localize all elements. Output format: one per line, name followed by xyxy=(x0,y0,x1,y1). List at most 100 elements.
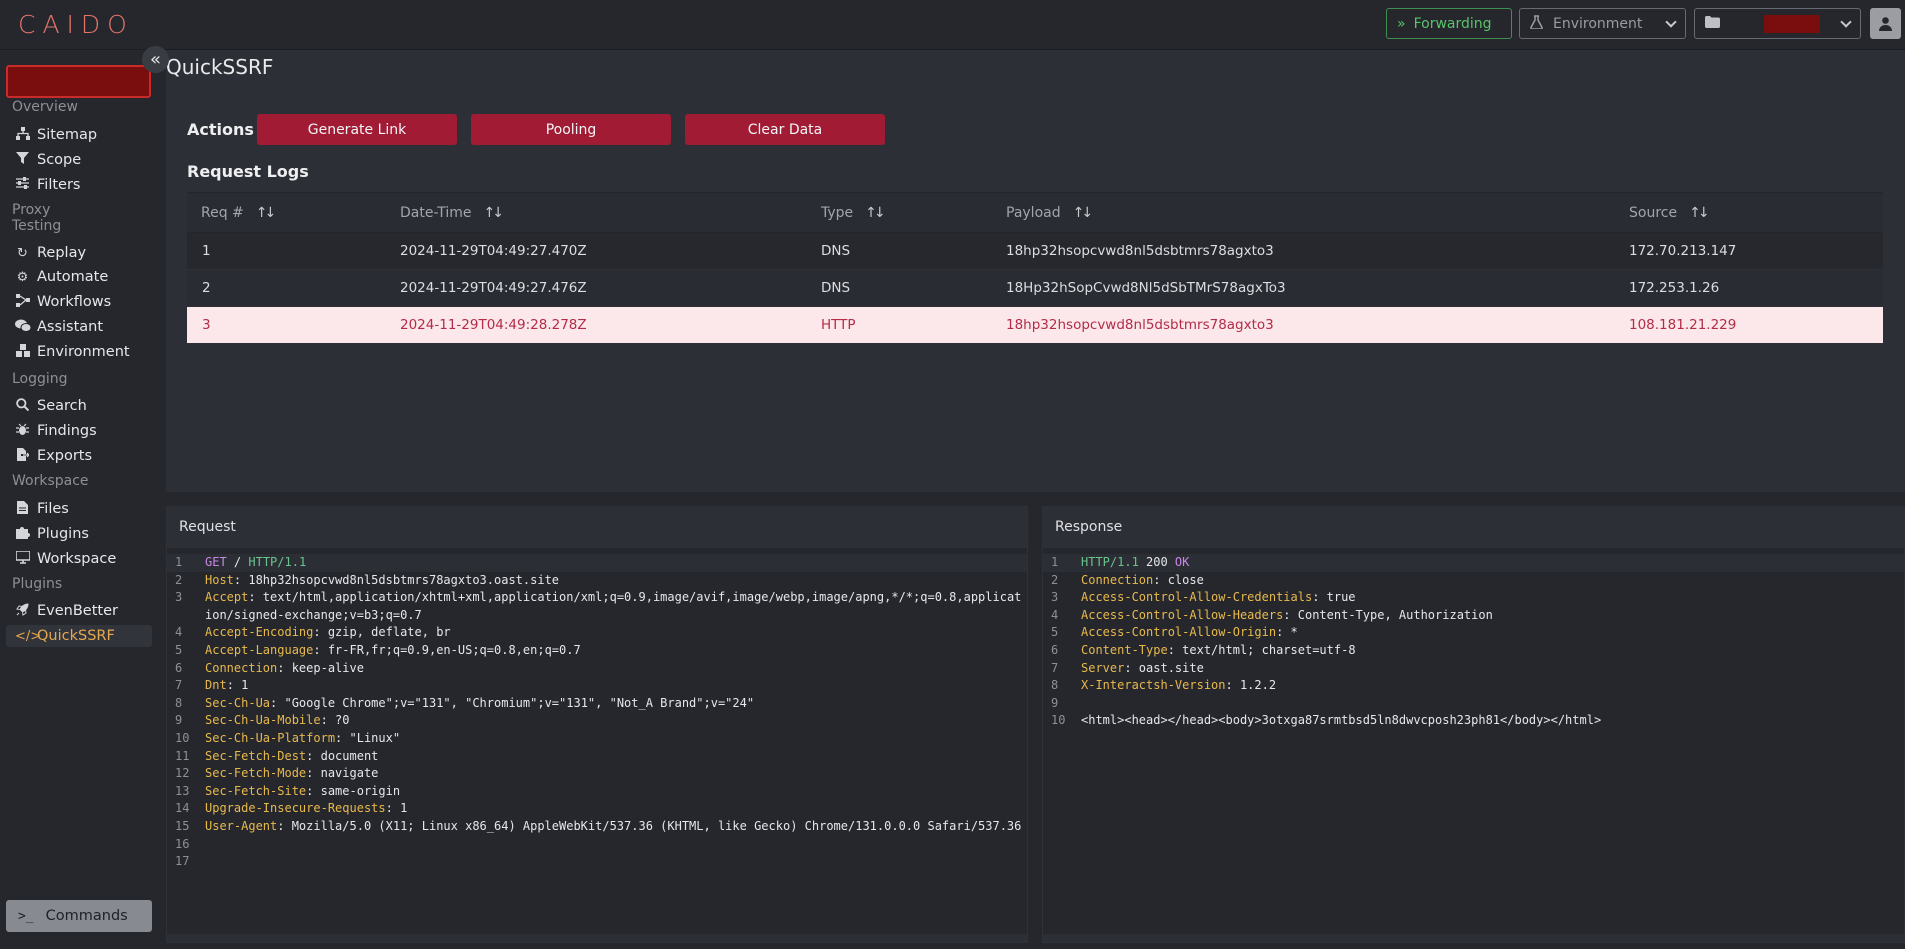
sidebar-item-scope[interactable]: Scope xyxy=(6,149,152,171)
project-select[interactable] xyxy=(1694,8,1861,39)
line-number: 5 xyxy=(1051,625,1059,640)
header-value: : document xyxy=(306,748,379,763)
section-proxy: Proxy xyxy=(12,202,51,218)
request-logs-table: Req # ↑↓ Date-Time ↑↓ Type ↑↓ Payload ↑↓ Sou… xyxy=(187,192,1883,344)
code-line: 13 Sec-Fetch-Site: same-origin xyxy=(167,783,1027,801)
table-header: Req # ↑↓ Date-Time ↑↓ Type ↑↓ Payload ↑↓ Sou… xyxy=(187,192,1883,233)
code-line: 5 Accept-Language: fr-FR,fr;q=0.9,en-US;q… xyxy=(167,642,1027,660)
header-value: : Content-Type, Authorization xyxy=(1283,607,1493,622)
sidebar-item-label: Files xyxy=(37,501,69,517)
header-value: : ?0 xyxy=(320,713,350,728)
sidebar-item-label: Sitemap xyxy=(37,127,98,143)
code-line: 15 User-Agent: Mozilla/5.0 (X11; Linux x8… xyxy=(167,818,1027,836)
sort-icon: ↑↓ xyxy=(865,205,886,221)
sidebar-item-findings[interactable]: Findings xyxy=(6,420,152,442)
request-scrollbar[interactable] xyxy=(167,934,1027,942)
workflow-icon xyxy=(15,293,30,311)
sidebar-item-label: Workspace xyxy=(37,551,117,567)
header-name: Connection xyxy=(1081,572,1154,587)
collapse-sidebar-button[interactable]: « xyxy=(142,46,169,73)
line-number: 16 xyxy=(175,836,190,851)
header-name: Accept-Language xyxy=(205,642,314,657)
header-name: Access-Control-Allow-Origin xyxy=(1081,625,1277,640)
column-header-datetime[interactable]: Date-Time ↑↓ xyxy=(400,205,505,221)
code-line: 2 Connection: close xyxy=(1043,572,1904,590)
code-line: 7 Dnt: 1 xyxy=(167,677,1027,695)
sidebar-item-label: Automate xyxy=(37,269,109,285)
column-header-req[interactable]: Req # ↑↓ xyxy=(201,205,277,221)
double-chevron-left-icon: « xyxy=(149,49,161,70)
file-export-icon xyxy=(15,447,30,465)
section-overview: Overview xyxy=(12,99,78,115)
table-row[interactable]: 2 2024-11-29T04:49:27.476Z DNS 18Hp32hSo… xyxy=(187,270,1883,307)
line-number: 5 xyxy=(175,642,183,657)
sidebar-item-filters[interactable]: Filters xyxy=(6,174,152,196)
header-value: : same-origin xyxy=(306,783,401,798)
code-line: 9 xyxy=(1043,695,1904,713)
sidebar-item-assistant[interactable]: Assistant xyxy=(6,316,152,338)
sidebar-item-exports[interactable]: Exports xyxy=(6,445,152,467)
user-avatar-button[interactable] xyxy=(1870,8,1901,39)
request-logs-heading: Request Logs xyxy=(187,162,309,181)
response-pane-title: Response xyxy=(1043,507,1904,548)
request-editor[interactable]: 1 GET / HTTP/1.1 2 Host: 18hp32hsopcvwd8nl5… xyxy=(167,554,1027,871)
generate-link-button[interactable]: Generate Link xyxy=(257,114,457,145)
header-name: Accept xyxy=(205,590,249,605)
sort-icon: ↑↓ xyxy=(1689,205,1710,221)
clear-data-button[interactable]: Clear Data xyxy=(685,114,885,145)
pooling-button[interactable]: Pooling xyxy=(471,114,671,145)
header-name: Sec-Fetch-Mode xyxy=(205,766,307,781)
sidebar-item-evenbetter[interactable]: EvenBetter xyxy=(6,600,152,622)
code-line: 10 Sec-Ch-Ua-Platform: "Linux" xyxy=(167,730,1027,748)
header-value: : text/html; charset=utf-8 xyxy=(1167,642,1356,657)
environment-label: Environment xyxy=(1553,15,1643,32)
environment-select[interactable]: Environment xyxy=(1519,8,1686,39)
code-line: 1 HTTP/1.1 200 OK xyxy=(1043,554,1904,572)
line-number: 4 xyxy=(175,625,183,640)
column-header-payload[interactable]: Payload ↑↓ xyxy=(1006,205,1093,221)
sitemap-icon xyxy=(15,126,30,144)
line-number: 10 xyxy=(175,730,190,745)
chevron-down-icon xyxy=(1840,16,1852,28)
sidebar-search-redacted[interactable] xyxy=(6,65,151,98)
sidebar-item-search[interactable]: Search xyxy=(6,395,152,417)
status-code: 200 xyxy=(1138,555,1175,569)
top-bar: CAIDO » Forwarding Environment xyxy=(0,0,1905,50)
forwarding-button[interactable]: » Forwarding xyxy=(1386,8,1512,39)
sidebar-item-workflows[interactable]: Workflows xyxy=(6,291,152,313)
sidebar-item-label: Assistant xyxy=(37,319,104,335)
code-icon: </> xyxy=(15,628,42,644)
sidebar-item-replay[interactable]: ↻ Replay xyxy=(6,242,152,264)
table-row[interactable]: 1 2024-11-29T04:49:27.470Z DNS 18hp32hso… xyxy=(187,233,1883,270)
sidebar-item-files[interactable]: Files xyxy=(6,498,152,520)
response-editor[interactable]: 1 HTTP/1.1 200 OK 2 Connection: close 3 Acces… xyxy=(1043,554,1904,730)
section-testing: Testing xyxy=(12,218,62,234)
code-line: 11 Sec-Fetch-Dest: document xyxy=(167,748,1027,766)
http-version: HTTP/1.1 xyxy=(1081,555,1139,569)
line-number: 3 xyxy=(175,590,183,605)
rocket-icon xyxy=(15,603,30,620)
sidebar-item-workspace[interactable]: Workspace xyxy=(6,548,152,570)
sidebar-item-automate[interactable]: ⚙ Automate xyxy=(6,266,152,288)
column-header-type[interactable]: Type ↑↓ xyxy=(821,205,886,221)
code-line: 3 Access-Control-Allow-Credentials: true xyxy=(1043,589,1904,607)
header-value: : 1 xyxy=(385,801,408,816)
monitor-icon xyxy=(14,549,31,568)
commands-button[interactable]: >_ Commands xyxy=(6,900,152,932)
table-row-selected[interactable]: 3 2024-11-29T04:49:28.278Z HTTP 18hp32hs… xyxy=(187,307,1883,344)
code-line: 6 Connection: keep-alive xyxy=(167,660,1027,678)
code-line: 6 Content-Type: text/html; charset=utf-8 xyxy=(1043,642,1904,660)
sidebar-item-sitemap[interactable]: Sitemap xyxy=(6,124,152,146)
column-header-source[interactable]: Source ↑↓ xyxy=(1629,205,1710,221)
response-scrollbar[interactable] xyxy=(1043,934,1904,942)
code-line: 8 Sec-Ch-Ua: "Google Chrome";v="131", "Ch… xyxy=(167,695,1027,713)
header-value: : keep-alive xyxy=(277,660,364,675)
line-number: 13 xyxy=(175,783,190,798)
sidebar-item-environment[interactable]: Environment xyxy=(6,341,152,363)
sidebar-item-quickssrf[interactable]: </> QuickSSRF xyxy=(6,625,152,647)
sidebar-item-plugins[interactable]: Plugins xyxy=(6,523,152,545)
sort-icon: ↑↓ xyxy=(483,205,505,221)
sort-icon: ↑↓ xyxy=(255,205,277,221)
header-value: : 18hp32hsopcvwd8nl5dsbtmrs78agxto3.oast… xyxy=(233,572,560,587)
code-line: 1 GET / HTTP/1.1 xyxy=(167,554,1027,572)
